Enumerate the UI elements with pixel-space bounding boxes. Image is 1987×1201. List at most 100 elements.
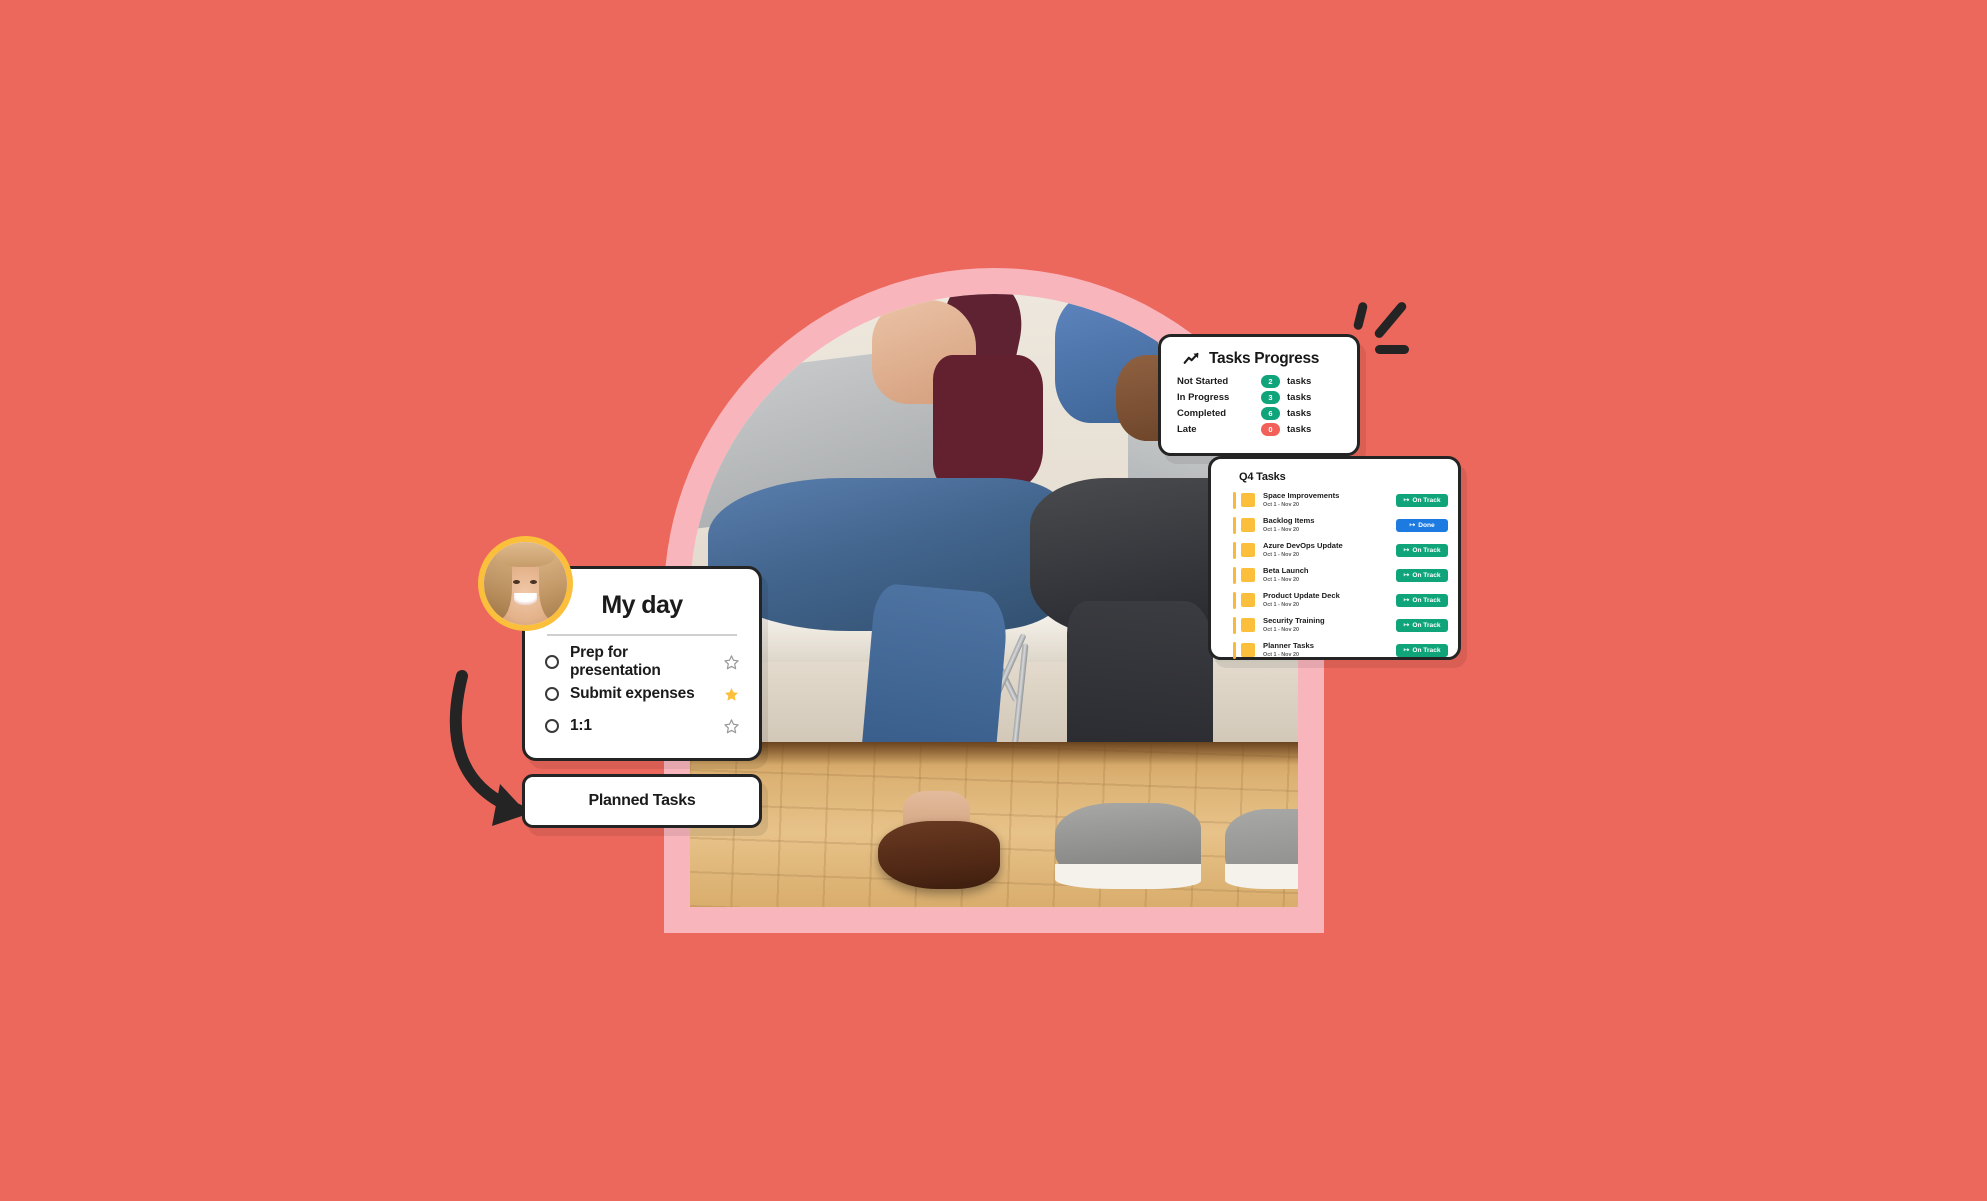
tasks-progress-unit-label: tasks (1287, 408, 1312, 419)
q4-task-color-swatch (1241, 493, 1255, 507)
q4-task-dates: Oct 1 - Nov 20 (1263, 601, 1299, 608)
tasks-progress-unit-label: tasks (1287, 376, 1312, 387)
tasks-progress-card: Tasks Progress Not Started 2 tasks In Progr… (1158, 334, 1360, 456)
my-day-task-row[interactable]: 1:1 (545, 710, 739, 742)
status-arrow-icon: ↦ (1409, 521, 1416, 529)
q4-task-color-swatch (1241, 543, 1255, 557)
status-arrow-icon: ↦ (1403, 596, 1410, 604)
q4-task-row[interactable]: Beta Launch Oct 1 - Nov 20 ↦ On Track (1233, 564, 1448, 586)
tasks-progress-row-label: In Progress (1177, 392, 1230, 403)
q4-task-status-badge[interactable]: ↦ On Track (1396, 593, 1448, 607)
tasks-progress-row: Late 0 tasks (1177, 423, 1345, 436)
q4-task-color-swatch (1241, 593, 1255, 607)
q4-task-name: Planner Tasks (1263, 640, 1314, 650)
my-day-task-label: Prep for presentation (570, 644, 661, 679)
q4-task-status-badge[interactable]: ↦ On Track (1396, 493, 1448, 507)
status-arrow-icon: ↦ (1403, 571, 1410, 579)
q4-task-name: Security Training (1263, 615, 1325, 625)
q4-task-status-label: On Track (1412, 546, 1441, 554)
q4-tasks-title: Q4 Tasks (1239, 471, 1286, 483)
tasks-progress-count-badge: 6 (1261, 407, 1280, 420)
tasks-progress-title: Tasks Progress (1209, 350, 1320, 367)
q4-task-row[interactable]: Backlog Items Oct 1 - Nov 20 ↦ Done (1233, 514, 1448, 536)
tasks-progress-rows: Not Started 2 tasks In Progress 3 tasks Comple… (1173, 375, 1345, 436)
q4-tasks-card: Q4 Tasks Space Improvements Oct 1 - Nov 2… (1208, 456, 1461, 660)
q4-task-text: Beta Launch Oct 1 - Nov 20 (1263, 565, 1396, 583)
q4-task-dates: Oct 1 - Nov 20 (1263, 501, 1299, 508)
q4-task-name: Backlog Items (1263, 515, 1315, 525)
q4-task-name: Azure DevOps Update (1263, 540, 1343, 550)
q4-task-row[interactable]: Planner Tasks Oct 1 - Nov 20 ↦ On Track (1233, 639, 1448, 661)
q4-task-row[interactable]: Azure DevOps Update Oct 1 - Nov 20 ↦ On Tra… (1233, 539, 1448, 561)
scene-right-person-sole-2 (1225, 864, 1298, 889)
tasks-progress-count-badge: 2 (1261, 375, 1280, 388)
q4-task-dates: Oct 1 - Nov 20 (1263, 626, 1299, 633)
q4-tasks-list: Space Improvements Oct 1 - Nov 20 ↦ On Trac… (1211, 489, 1458, 661)
q4-task-text: Planner Tasks Oct 1 - Nov 20 (1263, 640, 1396, 658)
q4-task-status-badge[interactable]: ↦ Done (1396, 518, 1448, 532)
q4-task-status-badge[interactable]: ↦ On Track (1396, 643, 1448, 657)
q4-task-color-swatch (1241, 518, 1255, 532)
q4-task-accent-bar (1233, 491, 1236, 509)
q4-task-text: Security Training Oct 1 - Nov 20 (1263, 615, 1396, 633)
q4-task-status-label: Done (1418, 521, 1435, 529)
tasks-progress-row: Completed 6 tasks (1177, 407, 1345, 420)
q4-task-dates: Oct 1 - Nov 20 (1263, 526, 1299, 533)
q4-task-status-label: On Track (1412, 496, 1441, 504)
q4-task-row[interactable]: Security Training Oct 1 - Nov 20 ↦ On Track (1233, 614, 1448, 636)
star-outline-icon[interactable] (724, 718, 739, 734)
avatar-hair-bangs (495, 542, 556, 567)
q4-task-status-label: On Track (1412, 621, 1441, 629)
my-day-task-row[interactable]: Submit expenses (545, 678, 739, 710)
q4-task-row[interactable]: Space Improvements Oct 1 - Nov 20 ↦ On Trac… (1233, 489, 1448, 511)
q4-task-row[interactable]: Product Update Deck Oct 1 - Nov 20 ↦ On Tra… (1233, 589, 1448, 611)
q4-task-text: Azure DevOps Update Oct 1 - Nov 20 (1263, 540, 1396, 558)
sparkle-stroke-1 (1352, 301, 1369, 331)
q4-task-accent-bar (1233, 566, 1236, 584)
avatar (478, 536, 573, 631)
q4-task-accent-bar (1233, 641, 1236, 659)
sparkle-burst-icon (1348, 298, 1428, 368)
q4-task-color-swatch (1241, 568, 1255, 582)
q4-task-dates: Oct 1 - Nov 20 (1263, 576, 1299, 583)
planned-tasks-button[interactable]: Planned Tasks (522, 774, 762, 828)
q4-task-status-label: On Track (1412, 646, 1441, 654)
q4-task-text: Space Improvements Oct 1 - Nov 20 (1263, 490, 1396, 508)
scene-left-person-shoe (878, 821, 1001, 889)
my-day-task-label: Submit expenses (570, 685, 695, 702)
status-arrow-icon: ↦ (1403, 546, 1410, 554)
scene-floor-shadow (690, 741, 1298, 765)
q4-task-name: Beta Launch (1263, 565, 1309, 575)
scene-wood-floor (690, 741, 1298, 907)
status-arrow-icon: ↦ (1403, 621, 1410, 629)
q4-task-dates: Oct 1 - Nov 20 (1263, 551, 1299, 558)
q4-task-status-label: On Track (1412, 596, 1441, 604)
q4-task-text: Product Update Deck Oct 1 - Nov 20 (1263, 590, 1396, 608)
q4-task-text: Backlog Items Oct 1 - Nov 20 (1263, 515, 1396, 533)
q4-task-name: Space Improvements (1263, 490, 1340, 500)
q4-task-color-swatch (1241, 643, 1255, 657)
q4-task-status-badge[interactable]: ↦ On Track (1396, 618, 1448, 632)
my-day-task-row[interactable]: Prep for presentation (545, 644, 739, 679)
sparkle-stroke-2 (1372, 300, 1409, 340)
q4-task-status-badge[interactable]: ↦ On Track (1396, 543, 1448, 557)
q4-task-name: Product Update Deck (1263, 590, 1340, 600)
q4-task-accent-bar (1233, 591, 1236, 609)
q4-task-accent-bar (1233, 541, 1236, 559)
tasks-progress-unit-label: tasks (1287, 424, 1312, 435)
tasks-progress-row: In Progress 3 tasks (1177, 391, 1345, 404)
my-day-task-list: Prep for presentation Submit expenses 1:1 (545, 644, 739, 742)
tasks-progress-count-badge: 3 (1261, 391, 1280, 404)
status-arrow-icon: ↦ (1403, 496, 1410, 504)
tasks-progress-row-label: Not Started (1177, 376, 1229, 387)
q4-task-accent-bar (1233, 516, 1236, 534)
star-filled-icon[interactable] (724, 687, 739, 702)
my-day-title: My day (601, 591, 683, 619)
tasks-progress-row-label: Late (1177, 424, 1197, 435)
q4-task-status-badge[interactable]: ↦ On Track (1396, 568, 1448, 582)
star-outline-icon[interactable] (724, 654, 739, 670)
tasks-progress-header: Tasks Progress (1183, 350, 1345, 368)
tasks-progress-row-label: Completed (1177, 408, 1227, 419)
scene-right-person-sole (1054, 864, 1201, 889)
q4-task-dates: Oct 1 - Nov 20 (1263, 651, 1299, 658)
